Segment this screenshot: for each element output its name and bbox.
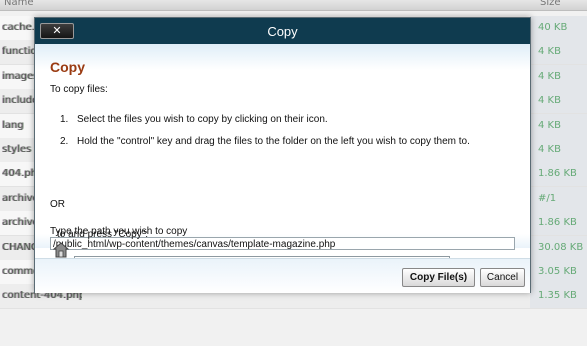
instruction-step-2: 2. Hold the "control" key and drag the f… [50,134,520,150]
step-text: Select the files you wish to copy by cli… [77,114,328,125]
column-header-size[interactable]: Size [540,0,561,8]
dialog-body: Copy To copy files: 1. Select the files … [35,44,530,250]
or-separator: OR [50,199,65,210]
dialog-footer: Copy File(s) Cancel [35,258,530,293]
file-size: 4 KB [530,89,587,113]
column-header-name[interactable]: Name [4,0,34,8]
copy-dialog: Copy ✕ Copy To copy files: 1. Select the… [34,17,531,293]
file-size: #/1 Bytes [530,187,587,228]
press-copy-label: to and press "Copy": [57,229,149,240]
intro-text: To copy files: [50,84,108,95]
dialog-title: Copy [267,24,298,39]
file-size: 1.86 KB [530,211,587,235]
file-size: 1.35 KB [530,284,587,308]
file-size: 4 KB [530,65,587,89]
step-number: 2. [60,136,69,147]
close-button[interactable]: ✕ [40,23,74,39]
dialog-heading: Copy [50,59,85,75]
instruction-step-1: 1. Select the files you wish to copy by … [50,112,520,128]
copy-files-button[interactable]: Copy File(s) [402,268,475,287]
file-size: 4 KB [530,114,587,138]
file-size: 1.86 KB [530,162,587,186]
cancel-button[interactable]: Cancel [480,268,525,287]
dialog-titlebar: Copy ✕ [35,18,530,44]
file-size: 4 KB [530,138,587,162]
file-size: 3.05 KB [530,260,587,284]
step-text: Hold the "control" key and drag the file… [77,136,470,147]
close-icon[interactable]: ✕ [52,24,61,37]
file-size: 30.08 KB [530,236,587,260]
file-table-header: Name Size [0,0,587,11]
file-size: 4 KB [530,40,587,64]
home-folder-icon [53,242,69,258]
file-size: 40 KB [530,16,587,40]
step-number: 1. [60,114,69,125]
instructions-list: 1. Select the files you wish to copy by … [50,112,520,156]
